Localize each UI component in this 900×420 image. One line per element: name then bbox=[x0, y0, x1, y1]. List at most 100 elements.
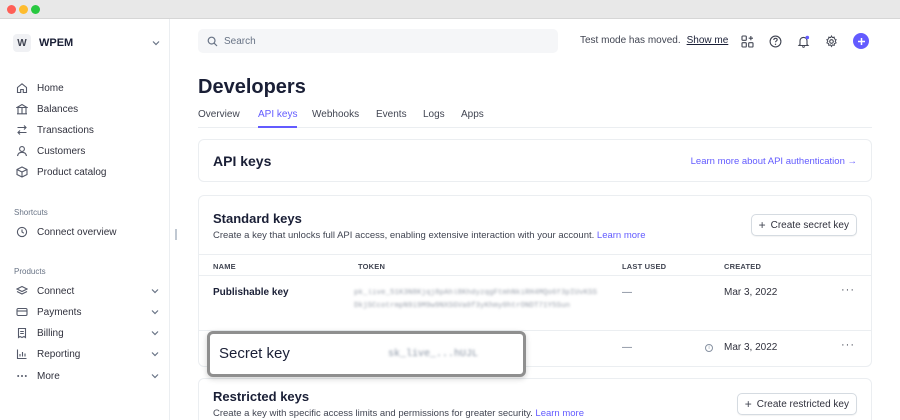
sidebar-item-more[interactable]: More bbox=[15, 367, 160, 385]
connect-overview-icon bbox=[15, 225, 29, 239]
chevron-down-icon bbox=[150, 328, 160, 338]
keys-table-header: NAME TOKEN LAST USED CREATED bbox=[199, 254, 871, 276]
chevron-down-icon bbox=[151, 38, 161, 48]
key-token[interactable]: pk_live_51K3N8Kjqj8pAhl8KhdyzqgFtmhNkiRH… bbox=[354, 287, 599, 313]
transactions-icon bbox=[15, 123, 29, 137]
restricted-keys-learn-more-link[interactable]: Learn more bbox=[535, 408, 584, 419]
billing-icon bbox=[15, 326, 29, 340]
sidebar-item-payments[interactable]: Payments bbox=[15, 303, 160, 321]
sidebar-item-home[interactable]: Home bbox=[15, 79, 160, 97]
plus-icon: + bbox=[744, 397, 752, 411]
developer-tabs: Overview API keys Webhooks Events Logs A… bbox=[198, 108, 872, 128]
chevron-down-icon bbox=[150, 307, 160, 317]
sidebar-item-product-catalog[interactable]: Product catalog bbox=[15, 163, 160, 181]
show-me-link[interactable]: Show me bbox=[687, 35, 729, 46]
sidebar-item-label: Payments bbox=[37, 306, 82, 318]
sidebar-item-label: Customers bbox=[37, 145, 86, 157]
settings-gear-icon[interactable] bbox=[823, 33, 839, 49]
tab-api-keys[interactable]: API keys bbox=[258, 109, 298, 128]
standard-keys-description: Create a key that unlocks full API acces… bbox=[213, 230, 646, 241]
sidebar: W WPEM Home Balances Transactions Custom… bbox=[0, 19, 170, 420]
sidebar-resize-handle[interactable] bbox=[175, 229, 177, 240]
sidebar-item-label: Product catalog bbox=[37, 166, 107, 178]
standard-keys-description-text: Create a key that unlocks full API acces… bbox=[213, 230, 595, 241]
restricted-keys-description: Create a key with specific access limits… bbox=[213, 408, 584, 419]
account-switcher[interactable]: W WPEM bbox=[13, 32, 161, 54]
account-name: WPEM bbox=[39, 37, 74, 49]
column-header-name: NAME bbox=[213, 262, 236, 271]
search-bar[interactable] bbox=[198, 29, 558, 53]
create-restricted-key-label: Create restricted key bbox=[756, 398, 849, 410]
search-input[interactable] bbox=[224, 35, 524, 47]
maximize-window-button[interactable] bbox=[31, 5, 40, 14]
more-icon bbox=[15, 369, 29, 383]
shortcuts-section-title: Shortcuts bbox=[14, 208, 48, 217]
column-header-created: CREATED bbox=[724, 262, 762, 271]
create-restricted-key-button[interactable]: + Create restricted key bbox=[736, 393, 857, 415]
apps-icon[interactable] bbox=[739, 33, 755, 49]
account-avatar: W bbox=[13, 34, 31, 52]
sidebar-item-balances[interactable]: Balances bbox=[15, 100, 160, 118]
sidebar-item-billing[interactable]: Billing bbox=[15, 324, 160, 342]
secret-key-token[interactable]: sk_live_...hUJL bbox=[388, 349, 478, 360]
info-icon[interactable]: i bbox=[705, 344, 713, 352]
sidebar-item-label: Transactions bbox=[37, 124, 94, 136]
sidebar-item-label: Connect bbox=[37, 285, 75, 297]
payments-icon bbox=[15, 305, 29, 319]
secret-key-highlight: Secret key sk_live_...hUJL bbox=[207, 331, 526, 377]
tab-overview[interactable]: Overview bbox=[198, 109, 240, 128]
key-last-used: — bbox=[622, 287, 632, 298]
help-icon[interactable] bbox=[767, 33, 783, 49]
tab-apps[interactable]: Apps bbox=[461, 109, 484, 128]
sidebar-item-customers[interactable]: Customers bbox=[15, 142, 160, 160]
sidebar-item-reporting[interactable]: Reporting bbox=[15, 345, 160, 363]
key-created: Mar 3, 2022 bbox=[724, 287, 778, 298]
row-actions-menu-icon[interactable]: ··· bbox=[841, 284, 855, 296]
sidebar-item-label: Connect overview bbox=[37, 226, 117, 238]
chevron-down-icon bbox=[150, 371, 160, 381]
api-keys-heading: API keys bbox=[213, 153, 272, 169]
column-header-token: TOKEN bbox=[358, 262, 386, 271]
window-chrome bbox=[0, 0, 900, 19]
test-mode-notice-text: Test mode has moved. bbox=[580, 35, 681, 46]
notifications-bell-icon[interactable] bbox=[795, 33, 811, 49]
products-section-title: Products bbox=[14, 267, 46, 276]
restricted-keys-card: Restricted keys Create a key with specif… bbox=[198, 378, 872, 420]
home-icon bbox=[15, 81, 29, 95]
sidebar-item-label: Billing bbox=[37, 327, 64, 339]
create-plus-icon[interactable] bbox=[853, 33, 869, 49]
standard-keys-learn-more-link[interactable]: Learn more bbox=[597, 230, 646, 241]
sidebar-item-transactions[interactable]: Transactions bbox=[15, 121, 160, 139]
secret-key-name: Secret key bbox=[219, 345, 290, 362]
sidebar-item-label: More bbox=[37, 370, 60, 382]
connect-icon bbox=[15, 284, 29, 298]
sidebar-item-label: Reporting bbox=[37, 348, 81, 360]
chevron-down-icon bbox=[150, 286, 160, 296]
customers-icon bbox=[15, 144, 29, 158]
sidebar-item-label: Balances bbox=[37, 103, 79, 115]
learn-api-authentication-link[interactable]: Learn more about API authentication → bbox=[691, 156, 857, 167]
tab-events[interactable]: Events bbox=[376, 109, 407, 128]
table-row-publishable-key[interactable]: Publishable key pk_live_51K3N8Kjqj8pAhl8… bbox=[199, 276, 871, 331]
api-keys-card: API keys Learn more about API authentica… bbox=[198, 139, 872, 182]
key-name: Publishable key bbox=[213, 287, 289, 298]
reporting-icon bbox=[15, 347, 29, 361]
restricted-keys-heading: Restricted keys bbox=[213, 389, 310, 404]
sidebar-item-connect-overview[interactable]: Connect overview bbox=[15, 223, 160, 241]
minimize-window-button[interactable] bbox=[19, 5, 28, 14]
create-secret-key-label: Create secret key bbox=[770, 219, 849, 231]
page-title: Developers bbox=[198, 76, 306, 98]
row-actions-menu-icon[interactable]: ··· bbox=[841, 339, 855, 351]
sidebar-item-label: Home bbox=[37, 82, 64, 94]
product-catalog-icon bbox=[15, 165, 29, 179]
close-window-button[interactable] bbox=[7, 5, 16, 14]
standard-keys-heading: Standard keys bbox=[213, 211, 302, 226]
balances-icon bbox=[15, 102, 29, 116]
search-icon bbox=[206, 35, 218, 47]
tab-webhooks[interactable]: Webhooks bbox=[312, 109, 359, 128]
test-mode-notice: Test mode has moved. Show me bbox=[580, 35, 728, 46]
chevron-down-icon bbox=[150, 349, 160, 359]
create-secret-key-button[interactable]: + Create secret key bbox=[750, 214, 857, 236]
tab-logs[interactable]: Logs bbox=[423, 109, 445, 128]
sidebar-item-connect[interactable]: Connect bbox=[15, 282, 160, 300]
